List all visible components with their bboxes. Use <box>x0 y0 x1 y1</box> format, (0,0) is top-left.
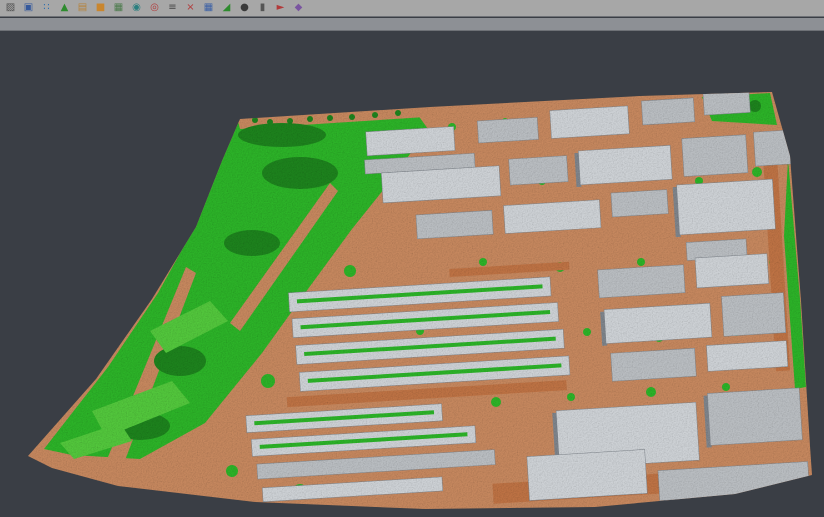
open-project-icon[interactable]: ▨ <box>2 1 19 16</box>
save-icon[interactable]: ▣ <box>20 1 37 16</box>
orthophoto-icon[interactable]: ▤ <box>74 1 91 16</box>
main-toolbar: ▨ ▣ ∷ ▲ ▤ ■ ▦ ◉ ◎ ≡ × ▦ ◢ ● ▮ ► ◆ <box>0 0 824 17</box>
grid-icon[interactable]: ▦ <box>200 1 217 16</box>
secondary-toolbar <box>0 18 824 31</box>
classification-icon[interactable]: ■ <box>92 1 109 16</box>
mesh-icon[interactable]: ▦ <box>110 1 127 16</box>
settings-icon[interactable]: ≡ <box>164 1 181 16</box>
point-cloud-icon[interactable]: ∷ <box>38 1 55 16</box>
flag-icon[interactable]: ► <box>272 1 289 16</box>
speckle-noise <box>0 31 824 517</box>
globe-icon[interactable]: ◉ <box>128 1 145 16</box>
viewport-3d[interactable] <box>0 31 824 517</box>
pointcloud-scene <box>0 31 824 517</box>
vegetation-icon[interactable]: ◢ <box>218 1 235 16</box>
info-icon[interactable]: ◆ <box>290 1 307 16</box>
histogram-icon[interactable]: ▮ <box>254 1 271 16</box>
sphere-icon[interactable]: ● <box>236 1 253 16</box>
terrain-icon[interactable]: ▲ <box>56 1 73 16</box>
crop-icon[interactable]: × <box>182 1 199 16</box>
measure-icon[interactable]: ◎ <box>146 1 163 16</box>
